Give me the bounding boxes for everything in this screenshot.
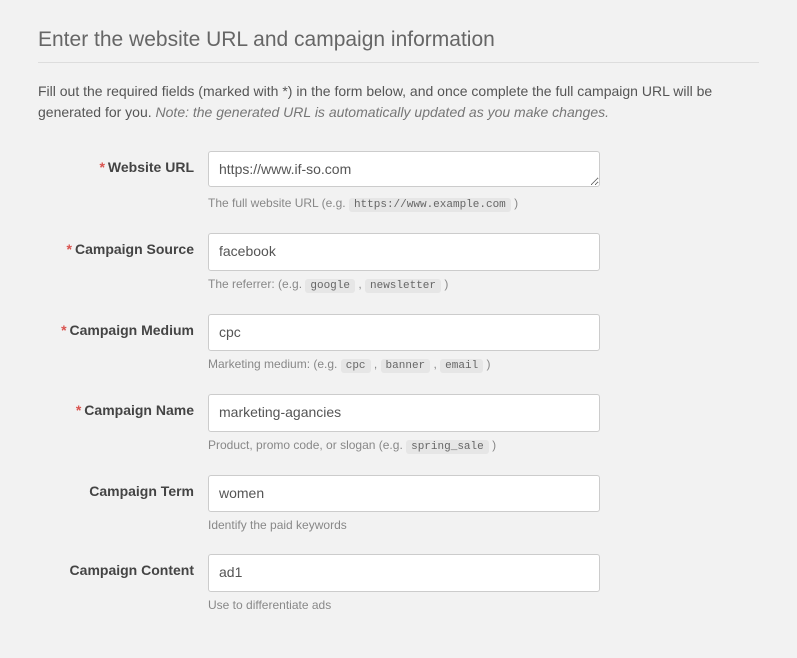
help-code: email xyxy=(440,359,483,373)
required-marker: * xyxy=(67,241,72,257)
help-code: spring_sale xyxy=(406,440,489,454)
campaign-name-input[interactable] xyxy=(208,394,600,432)
website-url-input[interactable]: https://www.if-so.com xyxy=(208,151,600,187)
help-text: ) xyxy=(511,196,518,210)
help-campaign-content: Use to differentiate ads xyxy=(208,598,600,612)
label-text: Campaign Source xyxy=(75,241,194,257)
help-code: newsletter xyxy=(365,279,441,293)
label-website-url: *Website URL xyxy=(38,151,208,175)
label-text: Campaign Name xyxy=(84,402,194,418)
help-text: Identify the paid keywords xyxy=(208,518,347,532)
campaign-term-input[interactable] xyxy=(208,475,600,513)
label-text: Campaign Medium xyxy=(70,322,194,338)
help-campaign-term: Identify the paid keywords xyxy=(208,518,600,532)
help-text: ) xyxy=(441,277,448,291)
help-text: , xyxy=(355,277,365,291)
help-campaign-medium: Marketing medium: (e.g. cpc , banner , e… xyxy=(208,357,600,372)
label-text: Campaign Term xyxy=(89,483,194,499)
help-text: , xyxy=(430,357,440,371)
help-text: The referrer: (e.g. xyxy=(208,277,305,291)
row-website-url: *Website URL https://www.if-so.com The f… xyxy=(38,151,759,211)
help-website-url: The full website URL (e.g. https://www.e… xyxy=(208,196,600,211)
help-code: google xyxy=(305,279,355,293)
label-campaign-source: *Campaign Source xyxy=(38,233,208,257)
row-campaign-term: Campaign Term Identify the paid keywords xyxy=(38,475,759,533)
row-campaign-content: Campaign Content Use to differentiate ad… xyxy=(38,554,759,612)
label-text: Website URL xyxy=(108,159,194,175)
intro-paragraph: Fill out the required fields (marked wit… xyxy=(38,81,759,123)
help-text: The full website URL (e.g. xyxy=(208,196,349,210)
label-campaign-name: *Campaign Name xyxy=(38,394,208,418)
help-text: , xyxy=(371,357,381,371)
label-campaign-term: Campaign Term xyxy=(38,475,208,499)
help-text: ) xyxy=(489,438,496,452)
row-campaign-source: *Campaign Source The referrer: (e.g. goo… xyxy=(38,233,759,292)
required-marker: * xyxy=(76,402,81,418)
help-code: https://www.example.com xyxy=(349,198,511,212)
help-campaign-name: Product, promo code, or slogan (e.g. spr… xyxy=(208,438,600,453)
help-text: Product, promo code, or slogan (e.g. xyxy=(208,438,406,452)
label-text: Campaign Content xyxy=(70,562,194,578)
campaign-medium-input[interactable] xyxy=(208,314,600,352)
help-campaign-source: The referrer: (e.g. google , newsletter … xyxy=(208,277,600,292)
row-campaign-name: *Campaign Name Product, promo code, or s… xyxy=(38,394,759,453)
help-text: Marketing medium: (e.g. xyxy=(208,357,341,371)
help-code: cpc xyxy=(341,359,371,373)
campaign-content-input[interactable] xyxy=(208,554,600,592)
label-campaign-content: Campaign Content xyxy=(38,554,208,578)
required-marker: * xyxy=(99,159,104,175)
campaign-source-input[interactable] xyxy=(208,233,600,271)
page-heading: Enter the website URL and campaign infor… xyxy=(38,28,759,63)
help-code: banner xyxy=(381,359,431,373)
label-campaign-medium: *Campaign Medium xyxy=(38,314,208,338)
help-text: ) xyxy=(483,357,490,371)
required-marker: * xyxy=(61,322,66,338)
intro-note: Note: the generated URL is automatically… xyxy=(156,104,609,120)
help-text: Use to differentiate ads xyxy=(208,598,331,612)
row-campaign-medium: *Campaign Medium Marketing medium: (e.g.… xyxy=(38,314,759,373)
